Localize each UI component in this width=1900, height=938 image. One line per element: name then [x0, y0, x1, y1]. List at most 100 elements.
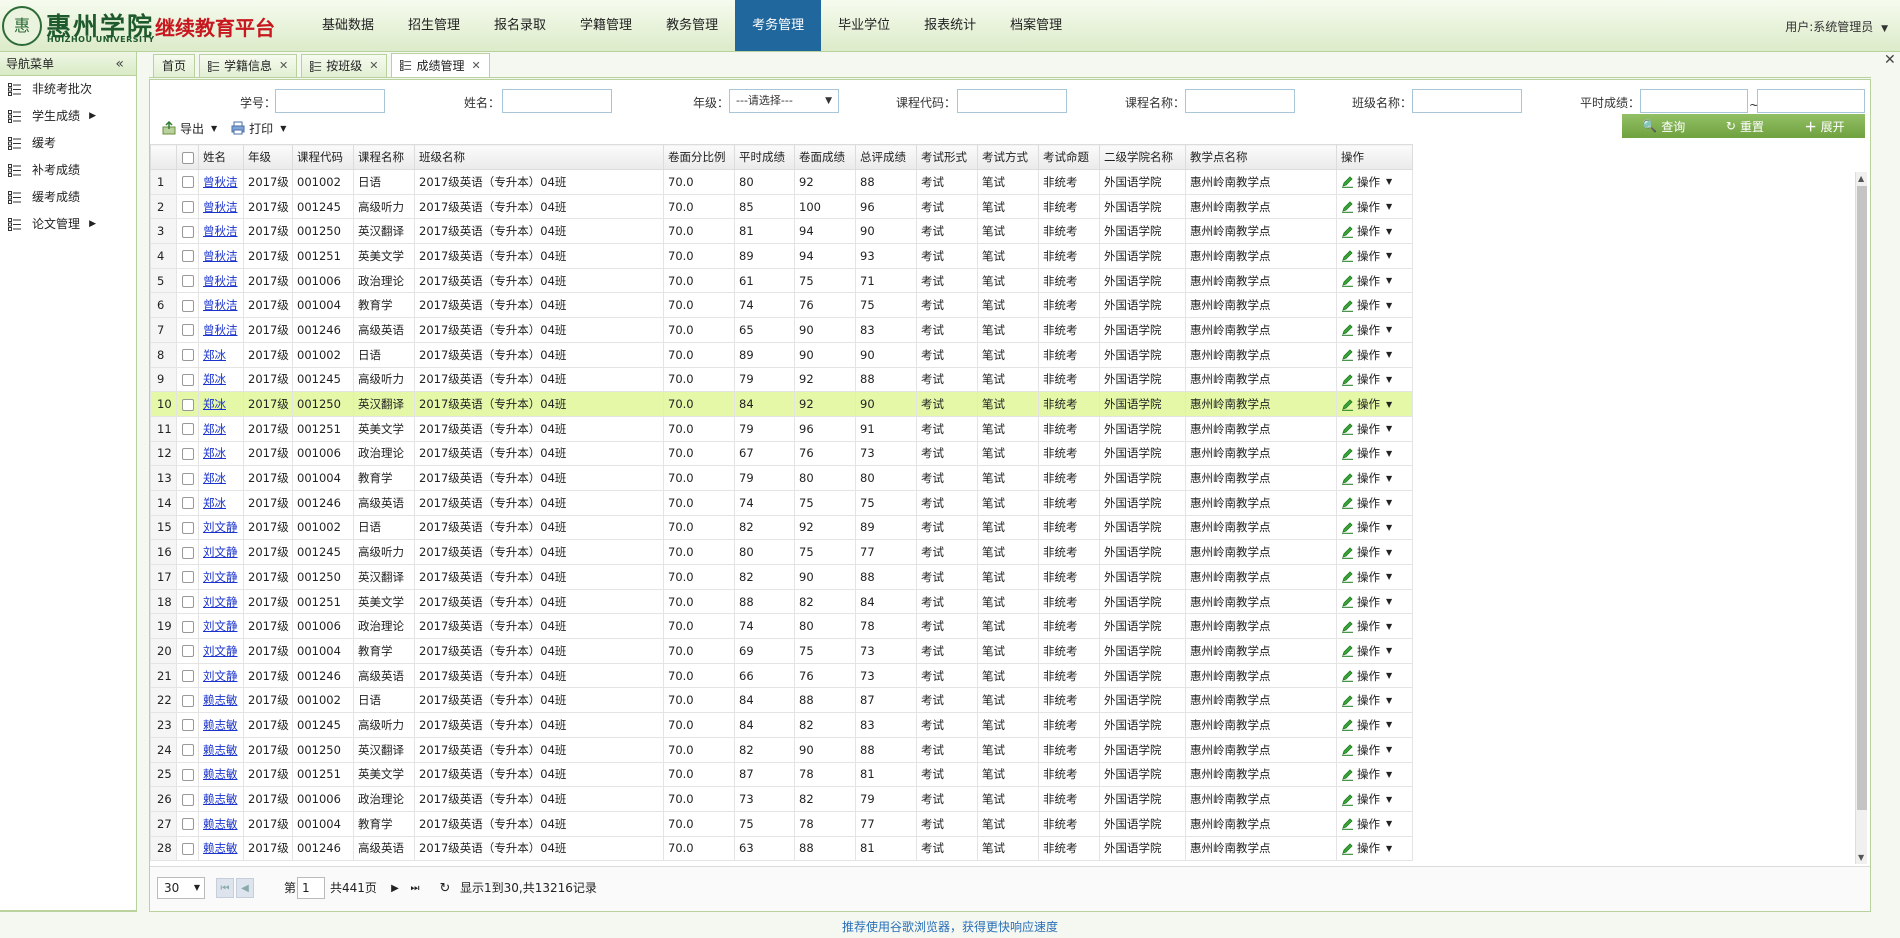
row-checkbox[interactable]	[181, 546, 194, 559]
student-name-link[interactable]: 刘文静	[203, 619, 238, 633]
nav-item-4[interactable]: 教务管理	[649, 0, 735, 51]
column-header-9[interactable]: 考试形式	[916, 144, 978, 170]
row-checkbox-cell[interactable]	[176, 243, 199, 269]
nav-item-8[interactable]: 档案管理	[993, 0, 1079, 51]
operation-button[interactable]: 操作 ▼	[1341, 223, 1412, 239]
table-row[interactable]: 22 赖志敏 2017级 001002 日语 2017级英语（专升本）04班 70.0 84 8…	[150, 687, 1413, 714]
student-name-link[interactable]: 刘文静	[203, 669, 238, 683]
row-checkbox[interactable]	[181, 497, 194, 510]
tab-0[interactable]: 首页	[153, 54, 196, 77]
student-name-link[interactable]: 曾秋洁	[203, 224, 238, 238]
row-checkbox[interactable]	[181, 275, 194, 288]
reset-button[interactable]: ↻ 重置	[1726, 118, 1764, 135]
student-name-link[interactable]: 刘文静	[203, 545, 238, 559]
row-checkbox[interactable]	[181, 596, 194, 609]
scroll-up-icon[interactable]: ▲	[1858, 174, 1864, 183]
row-checkbox[interactable]	[181, 472, 194, 485]
operation-button[interactable]: 操作 ▼	[1341, 766, 1412, 782]
student-name-link[interactable]: 刘文静	[203, 570, 238, 584]
user-menu[interactable]: 用户:系统管理员 ▼	[1785, 18, 1888, 35]
column-header-3[interactable]: 课程名称	[353, 144, 415, 170]
row-checkbox-cell[interactable]	[176, 292, 199, 319]
table-row[interactable]: 10 郑冰 2017级 001250 英汉翻译 2017级英语（专升本）04班 70.0 84…	[150, 391, 1413, 417]
student-name-link[interactable]: 郑冰	[203, 446, 226, 460]
operation-button[interactable]: 操作 ▼	[1341, 495, 1412, 511]
student-name-link[interactable]: 郑冰	[203, 496, 226, 510]
student-name-link[interactable]: 曾秋洁	[203, 323, 238, 337]
row-checkbox-cell[interactable]	[176, 662, 199, 689]
operation-button[interactable]: 操作 ▼	[1341, 297, 1412, 313]
operation-button[interactable]: 操作 ▼	[1341, 248, 1412, 264]
operation-button[interactable]: 操作 ▼	[1341, 174, 1412, 190]
row-checkbox-cell[interactable]	[176, 391, 199, 417]
student-name-link[interactable]: 赖志敏	[203, 718, 238, 732]
row-checkbox[interactable]	[181, 447, 194, 460]
course-name-input[interactable]	[1185, 89, 1295, 113]
row-checkbox-cell[interactable]	[176, 761, 199, 788]
sidebar-item-1[interactable]: 学生成绩 ▶	[0, 103, 136, 130]
operation-button[interactable]: 操作 ▼	[1341, 199, 1412, 215]
close-icon[interactable]: ✕	[369, 55, 378, 77]
operation-button[interactable]: 操作 ▼	[1341, 519, 1412, 535]
column-header-2[interactable]: 课程代码	[292, 144, 354, 170]
operation-button[interactable]: 操作 ▼	[1341, 322, 1412, 338]
student-name-link[interactable]: 刘文静	[203, 595, 238, 609]
scrollbar-thumb[interactable]	[1857, 186, 1867, 810]
row-checkbox-cell[interactable]	[176, 835, 199, 862]
usual-score-max-input[interactable]	[1757, 89, 1865, 113]
student-name-link[interactable]: 曾秋洁	[203, 298, 238, 312]
row-checkbox-cell[interactable]	[176, 810, 199, 837]
nav-item-0[interactable]: 基础数据	[305, 0, 391, 51]
row-checkbox-cell[interactable]	[176, 613, 199, 640]
table-row[interactable]: 7 曾秋洁 2017级 001246 高级英语 2017级英语（专升本）04班 70.0 65…	[150, 317, 1413, 343]
table-row[interactable]: 21 刘文静 2017级 001246 高级英语 2017级英语（专升本）04班 70.0 6…	[150, 662, 1413, 689]
table-row[interactable]: 17 刘文静 2017级 001250 英汉翻译 2017级英语（专升本）04班 70.0 8…	[150, 564, 1413, 590]
student-name-link[interactable]: 郑冰	[203, 397, 226, 411]
operation-button[interactable]: 操作 ▼	[1341, 840, 1412, 856]
row-checkbox-cell[interactable]	[176, 465, 199, 491]
table-row[interactable]: 13 郑冰 2017级 001004 教育学 2017级英语（专升本）04班 70.0 79 8…	[150, 465, 1413, 491]
row-checkbox[interactable]	[181, 299, 194, 312]
table-row[interactable]: 15 刘文静 2017级 001002 日语 2017级英语（专升本）04班 70.0 82 9…	[150, 514, 1413, 541]
row-checkbox[interactable]	[181, 349, 194, 362]
row-checkbox-cell[interactable]	[176, 366, 199, 393]
row-checkbox-cell[interactable]	[176, 539, 199, 565]
column-header-4[interactable]: 班级名称	[414, 144, 664, 170]
page-size-select[interactable]: 30 ▼	[157, 877, 205, 899]
row-checkbox[interactable]	[181, 670, 194, 683]
tab-2[interactable]: 按班级 ✕	[301, 54, 388, 77]
table-row[interactable]: 16 刘文静 2017级 001245 高级听力 2017级英语（专升本）04班 70.0 8…	[150, 539, 1413, 565]
row-checkbox[interactable]	[181, 768, 194, 781]
operation-button[interactable]: 操作 ▼	[1341, 371, 1412, 387]
student-name-link[interactable]: 赖志敏	[203, 792, 238, 806]
row-checkbox-cell[interactable]	[176, 786, 199, 812]
student-name-link[interactable]: 曾秋洁	[203, 200, 238, 214]
row-checkbox-cell[interactable]	[176, 415, 199, 442]
table-row[interactable]: 12 郑冰 2017级 001006 政治理论 2017级英语（专升本）04班 70.0 67…	[150, 440, 1413, 467]
row-checkbox-cell[interactable]	[176, 514, 199, 541]
column-header-8[interactable]: 总评成绩	[855, 144, 917, 170]
student-name-link[interactable]: 刘文静	[203, 520, 238, 534]
student-name-link[interactable]: 曾秋洁	[203, 274, 238, 288]
row-checkbox[interactable]	[181, 793, 194, 806]
table-row[interactable]: 1 曾秋洁 2017级 001002 日语 2017级英语（专升本）04班 70.0 80 92…	[150, 169, 1413, 195]
page-number-input[interactable]: 1	[297, 877, 325, 899]
row-checkbox-cell[interactable]	[176, 588, 199, 615]
row-checkbox[interactable]	[181, 250, 194, 263]
sidebar-item-5[interactable]: 论文管理 ▶	[0, 211, 136, 238]
table-row[interactable]: 14 郑冰 2017级 001246 高级英语 2017级英语（专升本）04班 70.0 74…	[150, 489, 1413, 516]
row-checkbox[interactable]	[181, 201, 194, 214]
export-button[interactable]: 导出 ▼	[162, 117, 217, 139]
next-page-button[interactable]: ▶	[386, 878, 404, 898]
row-checkbox-cell[interactable]	[176, 267, 199, 294]
name-input[interactable]	[502, 89, 612, 113]
refresh-button[interactable]: ↻	[436, 878, 454, 898]
column-header-0[interactable]: 姓名	[198, 144, 244, 170]
student-name-link[interactable]: 赖志敏	[203, 817, 238, 831]
row-checkbox-cell[interactable]	[176, 638, 199, 664]
row-checkbox-cell[interactable]	[176, 341, 199, 368]
table-row[interactable]: 6 曾秋洁 2017级 001004 教育学 2017级英语（专升本）04班 70.0 74 7…	[150, 292, 1413, 319]
column-header-10[interactable]: 考试方式	[977, 144, 1039, 170]
table-row[interactable]: 9 郑冰 2017级 001245 高级听力 2017级英语（专升本）04班 70.0 79 9…	[150, 366, 1413, 393]
operation-button[interactable]: 操作 ▼	[1341, 618, 1412, 634]
